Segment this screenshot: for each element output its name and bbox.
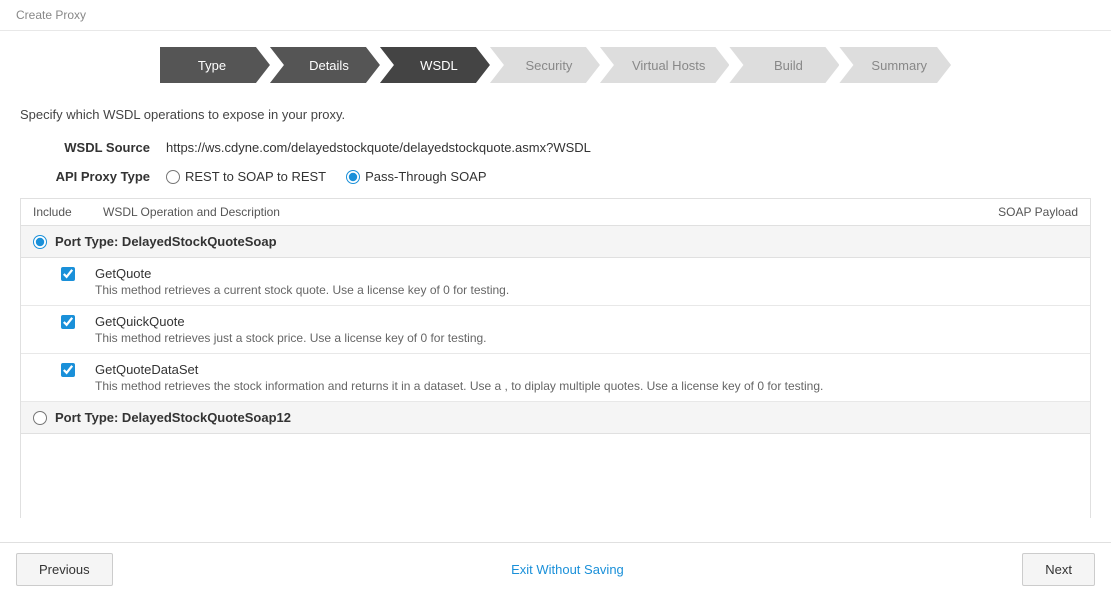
op-checkbox-1[interactable] [61,267,75,281]
col-wsdl-header: WSDL Operation and Description [103,205,958,219]
wsdl-source-label: WSDL Source [20,140,150,155]
port-type-label-2: Port Type: DelayedStockQuoteSoap12 [55,410,291,425]
step-virtual-hosts-label[interactable]: Virtual Hosts [600,47,729,83]
wsdl-source-row: WSDL Source https://ws.cdyne.com/delayed… [20,140,1091,155]
port-type-radio-2[interactable] [33,411,47,425]
op-desc-2: This method retrieves just a stock price… [95,331,1078,345]
page-title: Create Proxy [0,0,1111,31]
step-build-label[interactable]: Build [729,47,839,83]
next-button[interactable]: Next [1022,553,1095,586]
radio-rest-to-soap[interactable]: REST to SOAP to REST [166,169,326,184]
port-type-row-1[interactable]: Port Type: DelayedStockQuoteSoap [21,226,1090,258]
step-summary-label[interactable]: Summary [839,47,951,83]
page-description: Specify which WSDL operations to expose … [20,107,1091,122]
port-type-label-1: Port Type: DelayedStockQuoteSoap [55,234,277,249]
step-summary[interactable]: Summary [839,47,951,83]
step-type-label[interactable]: Type [160,47,270,83]
step-wsdl-label[interactable]: WSDL [380,47,490,83]
op-desc-1: This method retrieves a current stock qu… [95,283,1078,297]
exit-without-saving-link[interactable]: Exit Without Saving [511,562,624,577]
previous-button[interactable]: Previous [16,553,113,586]
radio-group: REST to SOAP to REST Pass-Through SOAP [166,169,487,184]
main-content: Specify which WSDL operations to expose … [0,97,1111,518]
op-checkbox-col-2 [61,314,95,332]
radio-rest-to-soap-input[interactable] [166,170,180,184]
operation-row-2: GetQuickQuote This method retrieves just… [21,306,1090,354]
operation-row-3: GetQuoteDataSet This method retrieves th… [21,354,1090,402]
col-include-header: Include [33,205,103,219]
operation-row-1: GetQuote This method retrieves a current… [21,258,1090,306]
step-security-label[interactable]: Security [490,47,600,83]
port-type-row-2[interactable]: Port Type: DelayedStockQuoteSoap12 [21,402,1090,434]
step-type[interactable]: Type [160,47,270,83]
wsdl-source-value: https://ws.cdyne.com/delayedstockquote/d… [166,140,591,155]
op-name-3: GetQuoteDataSet [95,362,1078,377]
op-checkbox-col-3 [61,362,95,380]
step-wsdl[interactable]: WSDL [380,47,490,83]
op-checkbox-2[interactable] [61,315,75,329]
step-virtual-hosts[interactable]: Virtual Hosts [600,47,729,83]
radio-pass-through-label: Pass-Through SOAP [365,169,486,184]
op-details-1: GetQuote This method retrieves a current… [95,266,1078,297]
step-build[interactable]: Build [729,47,839,83]
col-soap-header: SOAP Payload [958,205,1078,219]
table-header: Include WSDL Operation and Description S… [21,199,1090,226]
api-proxy-type-label: API Proxy Type [20,169,150,184]
radio-pass-through[interactable]: Pass-Through SOAP [346,169,486,184]
op-details-2: GetQuickQuote This method retrieves just… [95,314,1078,345]
step-details-label[interactable]: Details [270,47,380,83]
steps-container: Type Details WSDL Security Virtual Hosts… [0,31,1111,97]
port-type-radio-1[interactable] [33,235,47,249]
radio-rest-to-soap-label: REST to SOAP to REST [185,169,326,184]
api-proxy-type-row: API Proxy Type REST to SOAP to REST Pass… [20,169,1091,184]
op-name-2: GetQuickQuote [95,314,1078,329]
op-checkbox-col-1 [61,266,95,284]
operations-table: Include WSDL Operation and Description S… [20,198,1091,518]
op-name-1: GetQuote [95,266,1078,281]
footer: Previous Exit Without Saving Next [0,542,1111,596]
op-desc-3: This method retrieves the stock informat… [95,379,1078,393]
step-security[interactable]: Security [490,47,600,83]
op-checkbox-3[interactable] [61,363,75,377]
radio-pass-through-input[interactable] [346,170,360,184]
step-details[interactable]: Details [270,47,380,83]
op-details-3: GetQuoteDataSet This method retrieves th… [95,362,1078,393]
